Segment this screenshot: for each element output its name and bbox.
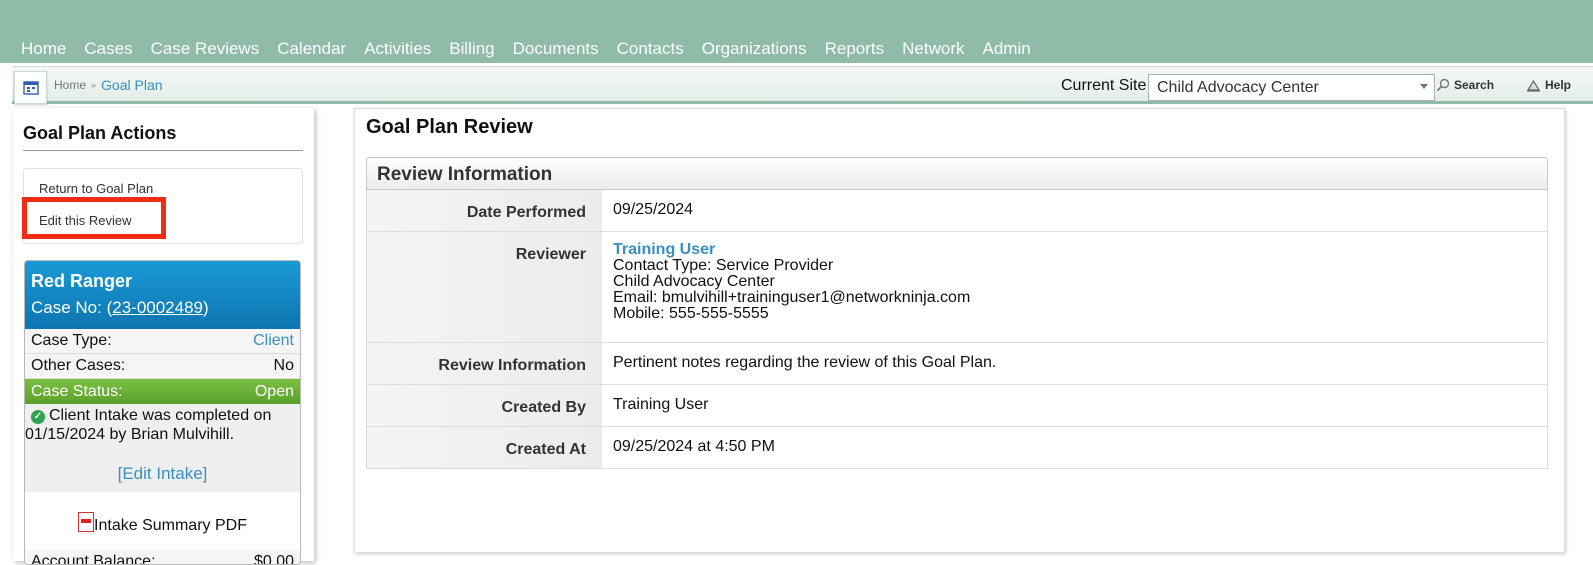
breadcrumb-bar: Home » Goal Plan Current Site Child Advo…: [12, 66, 1593, 104]
return-to-goal-plan-link[interactable]: Return to Goal Plan: [39, 181, 153, 196]
dropdown-caret-icon: [1420, 84, 1428, 89]
case-number-prefix: Case No: (: [31, 298, 113, 317]
search-icon: [1436, 78, 1450, 92]
case-number-link[interactable]: 23-0002489: [112, 298, 203, 317]
pdf-icon: [78, 512, 95, 532]
page-title: Goal Plan Review: [366, 116, 533, 138]
account-balance-row: Account Balance: $0.00: [25, 550, 300, 565]
highlight-box: [22, 197, 166, 239]
search-label: Search: [1454, 78, 1495, 92]
current-site-value: Child Advocacy Center: [1157, 79, 1319, 96]
top-navigation-bar: Home Cases Case Reviews Calendar Activit…: [0, 0, 1593, 63]
search-button[interactable]: Search: [1436, 78, 1494, 92]
account-balance-value: $0.00: [253, 553, 294, 565]
nav-home[interactable]: Home: [21, 39, 66, 59]
nav-network[interactable]: Network: [902, 39, 964, 59]
created-by-value: Training User: [602, 385, 1547, 426]
sidebar-title: Goal Plan Actions: [23, 123, 303, 151]
case-client-name: Red Ranger: [31, 271, 133, 291]
case-type-label: Case Type:: [31, 332, 112, 349]
calendar-icon: [22, 80, 39, 95]
reviewer-name-link[interactable]: Training User: [613, 242, 1536, 258]
reviewer-label: Reviewer: [367, 232, 602, 342]
current-site-label: Current Site: [1061, 77, 1147, 94]
case-status-value: Open: [254, 382, 294, 400]
check-circle-icon: ✓: [31, 410, 45, 424]
case-status-row: Case Status: Open: [25, 379, 300, 404]
edit-intake-link[interactable]: [Edit Intake]: [25, 444, 300, 492]
case-card: Red Ranger Case No: (23-0002489) Case Ty…: [24, 260, 301, 565]
help-icon: [1526, 79, 1541, 92]
date-performed-value: 09/25/2024: [602, 190, 1547, 231]
created-by-label: Created By: [367, 385, 602, 426]
case-status-label: Case Status:: [31, 382, 123, 400]
date-performed-row: Date Performed 09/25/2024: [366, 190, 1548, 232]
reviewer-mobile: Mobile: 555-555-5555: [613, 305, 769, 322]
date-performed-label: Date Performed: [367, 190, 602, 231]
help-button[interactable]: Help: [1526, 78, 1571, 92]
reviewer-contact-type: Contact Type: Service Provider: [613, 257, 834, 274]
created-at-label: Created At: [367, 427, 602, 468]
other-cases-row: Other Cases: No: [25, 354, 300, 379]
main-nav: Home Cases Case Reviews Calendar Activit…: [21, 39, 1049, 59]
help-label: Help: [1545, 78, 1572, 92]
nav-admin[interactable]: Admin: [983, 39, 1031, 59]
case-header: Red Ranger Case No: (23-0002489): [25, 261, 300, 329]
review-information-row: Review Information Pertinent notes regar…: [366, 343, 1548, 385]
nav-case-reviews[interactable]: Case Reviews: [151, 39, 260, 59]
site-menu-icon[interactable]: [14, 71, 47, 104]
reviewer-value: Training User Contact Type: Service Prov…: [602, 232, 1547, 342]
other-cases-value: No: [273, 357, 294, 374]
reviewer-email: Email: bmulvihill+traininguser1@networkn…: [613, 289, 971, 306]
other-cases-label: Other Cases:: [31, 357, 126, 374]
nav-activities[interactable]: Activities: [364, 39, 431, 59]
reviewer-organization: Child Advocacy Center: [613, 273, 775, 290]
intake-pdf-link[interactable]: Intake Summary PDF: [25, 492, 300, 550]
created-at-row: Created At 09/25/2024 at 4:50 PM: [366, 427, 1548, 469]
nav-documents[interactable]: Documents: [513, 39, 599, 59]
case-number: Case No: (23-0002489): [31, 298, 294, 318]
nav-billing[interactable]: Billing: [449, 39, 494, 59]
nav-cases[interactable]: Cases: [84, 39, 132, 59]
breadcrumb: Home » Goal Plan: [54, 77, 163, 93]
reviewer-row: Reviewer Training User Contact Type: Ser…: [366, 232, 1548, 343]
case-type-value[interactable]: Client: [253, 332, 294, 350]
breadcrumb-separator-icon: »: [91, 80, 97, 90]
nav-contacts[interactable]: Contacts: [617, 39, 684, 59]
review-information-value: Pertinent notes regarding the review of …: [602, 343, 1547, 384]
intake-status: ✓ Client Intake was completed on 01/15/20…: [25, 404, 300, 444]
section-title: Review Information: [366, 157, 1548, 190]
account-balance-label: Account Balance:: [31, 553, 156, 565]
case-number-suffix: ): [203, 298, 209, 317]
main-panel: Goal Plan Review Review Information Date…: [354, 108, 1565, 553]
created-by-row: Created By Training User: [366, 385, 1548, 427]
intake-text: Client Intake was completed on 01/15/202…: [25, 407, 272, 443]
nav-reports[interactable]: Reports: [825, 39, 885, 59]
review-information-label: Review Information: [367, 343, 602, 384]
breadcrumb-current[interactable]: Goal Plan: [101, 77, 162, 93]
breadcrumb-home[interactable]: Home: [54, 78, 86, 92]
created-at-value: 09/25/2024 at 4:50 PM: [602, 427, 1547, 468]
nav-organizations[interactable]: Organizations: [702, 39, 807, 59]
current-site-select[interactable]: Child Advocacy Center: [1148, 74, 1435, 101]
sidebar: Goal Plan Actions Return to Goal Plan Ed…: [13, 108, 314, 565]
nav-calendar[interactable]: Calendar: [277, 39, 346, 59]
case-type-row: Case Type: Client: [25, 329, 300, 354]
intake-pdf-label: Intake Summary PDF: [94, 517, 247, 534]
review-information-section: Review Information Date Performed 09/25/…: [366, 157, 1548, 469]
